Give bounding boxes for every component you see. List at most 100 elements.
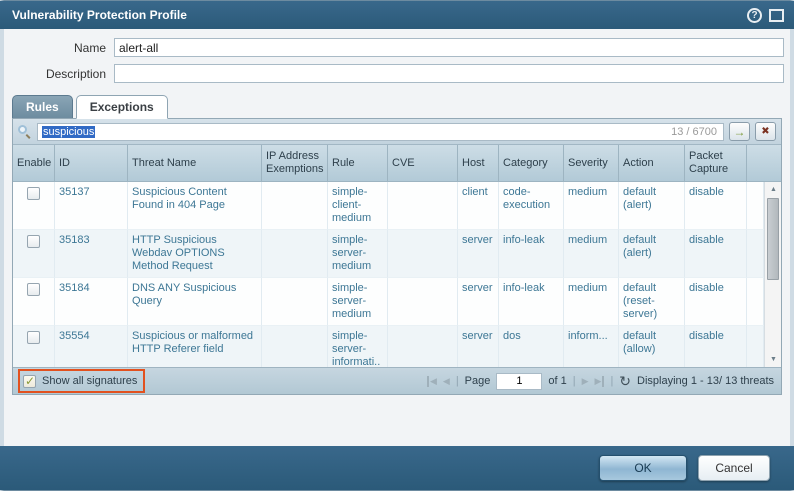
cell-action: default (alert) — [619, 230, 685, 278]
cell-action: default (allow) — [619, 326, 685, 367]
previous-page-icon[interactable]: ◀ — [443, 376, 450, 387]
search-match-count: 13 / 6700 — [671, 126, 719, 138]
show-all-signatures-checkbox[interactable] — [23, 375, 36, 388]
description-label: Description — [10, 67, 114, 81]
cell-spacer — [747, 182, 764, 230]
cell-severity: inform... — [564, 326, 619, 367]
first-page-icon[interactable]: ◀ — [427, 376, 437, 387]
name-row: Name — [10, 38, 784, 57]
cell-host: server — [458, 230, 499, 278]
tab-bar: Rules Exceptions — [4, 94, 790, 118]
table-row: 35137Suspicious Content Found in 404 Pag… — [13, 182, 764, 230]
cell-severity: medium — [564, 230, 619, 278]
tab-rules[interactable]: Rules — [12, 95, 73, 118]
search-bar: suspicious 13 / 6700 → ✖ — [13, 119, 781, 145]
cell-id: 35137 — [55, 182, 128, 230]
dialog-title: Vulnerability Protection Profile — [12, 8, 187, 22]
search-close-button[interactable]: ✖ — [755, 122, 776, 141]
description-row: Description — [10, 64, 784, 83]
cell-cve — [388, 182, 458, 230]
col-header-threat-name[interactable]: Threat Name — [128, 145, 262, 182]
threat-name-link[interactable]: HTTP Suspicious Webdav OPTIONS Method Re… — [132, 234, 225, 272]
separator: | — [573, 375, 576, 387]
scrollbar-thumb[interactable] — [767, 198, 779, 280]
show-all-signatures-control: Show all signatures — [20, 371, 143, 391]
pagination: ◀ ◀ | Page of 1 | ▶ ▶ | ↻ Displaying 1 -… — [427, 373, 774, 390]
tab-exceptions[interactable]: Exceptions — [76, 95, 168, 119]
table-row: 35183HTTP Suspicious Webdav OPTIONS Meth… — [13, 230, 764, 278]
refresh-icon[interactable]: ↻ — [619, 374, 631, 388]
page-of-label: of 1 — [548, 375, 566, 387]
cell-packet-capture: disable — [685, 182, 747, 230]
cell-rule: simple-server-informati... — [328, 326, 388, 367]
cell-category: info-leak — [499, 278, 564, 326]
cell-packet-capture: disable — [685, 278, 747, 326]
threat-table-viewport: 35137Suspicious Content Found in 404 Pag… — [13, 182, 781, 367]
col-header-severity[interactable]: Severity — [564, 145, 619, 182]
search-go-button[interactable]: → — [729, 122, 750, 141]
cell-enable — [13, 230, 55, 278]
cell-action: default (alert) — [619, 182, 685, 230]
col-header-enable[interactable]: Enable — [13, 145, 55, 182]
ok-button[interactable]: OK — [599, 455, 687, 481]
name-field[interactable] — [114, 38, 784, 57]
cell-id: 35183 — [55, 230, 128, 278]
profile-form: Name Description — [4, 29, 790, 94]
col-header-rule[interactable]: Rule — [328, 145, 388, 182]
scroll-down-icon[interactable]: ▼ — [765, 352, 781, 367]
enable-checkbox[interactable] — [27, 187, 40, 200]
page-label: Page — [465, 375, 491, 387]
description-field[interactable] — [114, 64, 784, 83]
cell-ip-address-exemptions — [262, 326, 328, 367]
threat-name-link[interactable]: Suspicious Content Found in 404 Page — [132, 186, 227, 211]
col-header-ip-address-exemptions[interactable]: IP Address Exemptions — [262, 145, 328, 182]
threat-name-link[interactable]: Suspicious or malformed HTTP Referer fie… — [132, 330, 253, 355]
enable-checkbox[interactable] — [27, 331, 40, 344]
col-header-spacer — [747, 145, 781, 182]
enable-checkbox[interactable] — [27, 283, 40, 296]
next-page-icon[interactable]: ▶ — [582, 376, 589, 387]
window-icon[interactable] — [769, 9, 784, 22]
cell-category: code-execution — [499, 182, 564, 230]
title-bar: Vulnerability Protection Profile ? — [0, 1, 794, 29]
help-icon[interactable]: ? — [747, 8, 762, 23]
cell-cve — [388, 230, 458, 278]
exceptions-panel: suspicious 13 / 6700 → ✖ Enable ID Threa… — [12, 118, 782, 395]
titlebar-icons: ? — [747, 8, 784, 23]
page-number-input[interactable] — [496, 373, 542, 390]
cancel-button[interactable]: Cancel — [698, 455, 770, 481]
search-query-selected-text: suspicious — [42, 126, 95, 138]
search-input[interactable]: suspicious 13 / 6700 — [37, 123, 724, 141]
cell-threat-name: DNS ANY Suspicious Query — [128, 278, 262, 326]
col-header-category[interactable]: Category — [499, 145, 564, 182]
table-footer-bar: Show all signatures ◀ ◀ | Page of 1 | ▶ … — [13, 367, 781, 394]
cell-host: client — [458, 182, 499, 230]
cell-spacer — [747, 326, 764, 367]
cell-threat-name: HTTP Suspicious Webdav OPTIONS Method Re… — [128, 230, 262, 278]
cell-packet-capture: disable — [685, 230, 747, 278]
vulnerability-protection-profile-dialog: Vulnerability Protection Profile ? Name … — [0, 0, 794, 491]
cell-category: info-leak — [499, 230, 564, 278]
col-header-packet-capture[interactable]: Packet Capture — [685, 145, 747, 182]
threat-name-link[interactable]: DNS ANY Suspicious Query — [132, 282, 236, 307]
cell-severity: medium — [564, 278, 619, 326]
cell-host: server — [458, 278, 499, 326]
col-header-host[interactable]: Host — [458, 145, 499, 182]
cell-id: 35184 — [55, 278, 128, 326]
last-page-icon[interactable]: ▶ — [595, 376, 605, 387]
cell-rule: simple-server-medium — [328, 230, 388, 278]
table-body: 35137Suspicious Content Found in 404 Pag… — [13, 182, 764, 367]
vertical-scrollbar[interactable]: ▲ ▼ — [764, 182, 781, 367]
scroll-up-icon[interactable]: ▲ — [765, 182, 781, 197]
cell-ip-address-exemptions — [262, 230, 328, 278]
cell-category: dos — [499, 326, 564, 367]
show-all-signatures-label: Show all signatures — [42, 375, 137, 387]
cell-severity: medium — [564, 182, 619, 230]
cell-enable — [13, 182, 55, 230]
enable-checkbox[interactable] — [27, 235, 40, 248]
cell-enable — [13, 326, 55, 367]
col-header-cve[interactable]: CVE — [388, 145, 458, 182]
search-icon — [18, 125, 32, 139]
col-header-id[interactable]: ID — [55, 145, 128, 182]
col-header-action[interactable]: Action — [619, 145, 685, 182]
